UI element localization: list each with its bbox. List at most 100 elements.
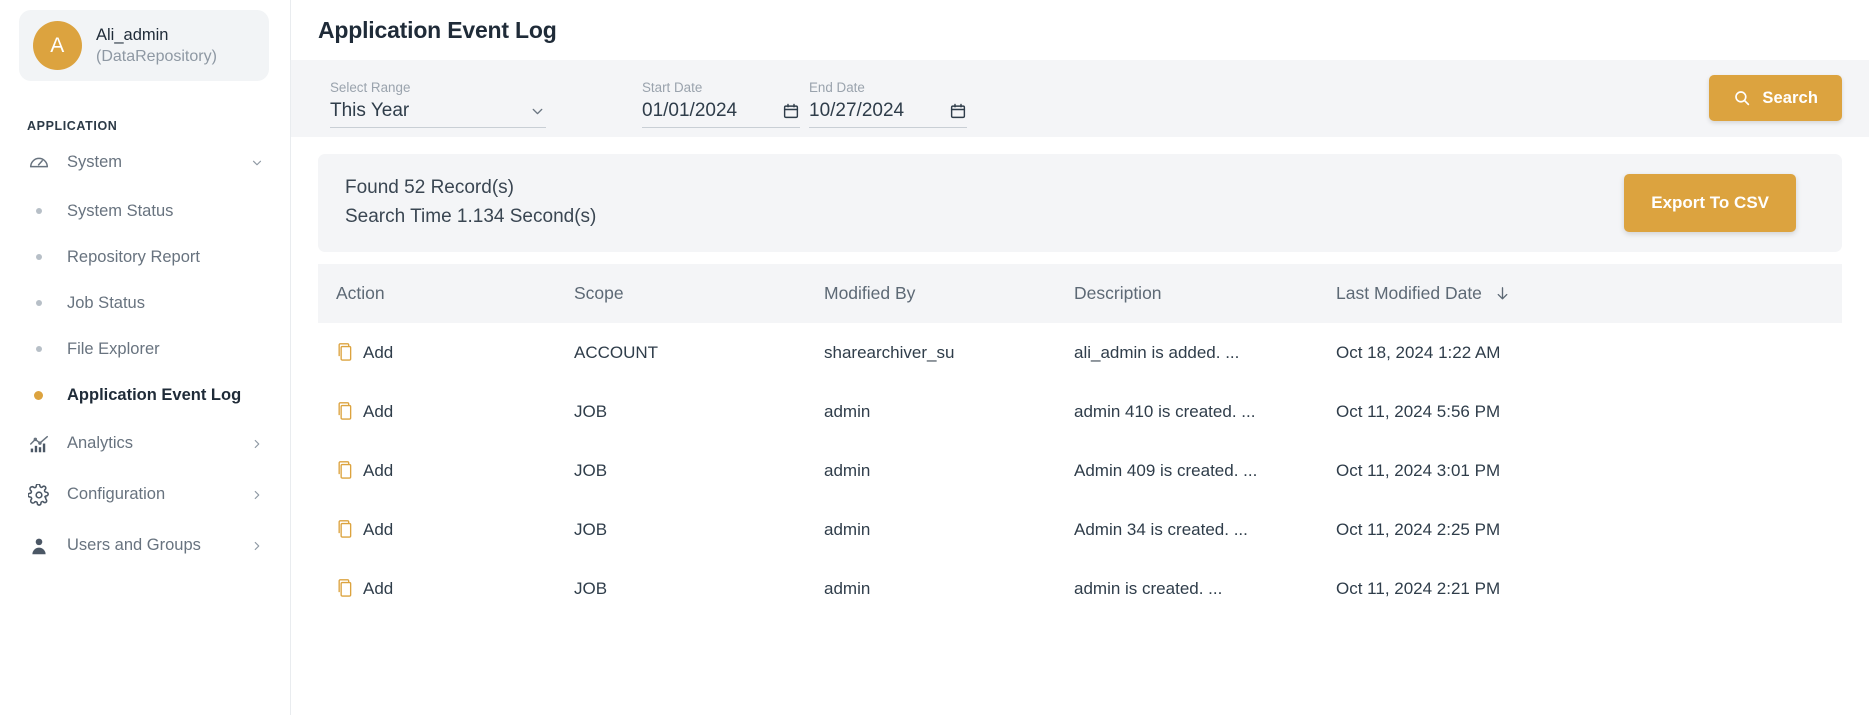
user-name: Ali_admin — [96, 25, 169, 44]
sort-descending-icon[interactable] — [1494, 285, 1511, 302]
bullet-icon — [27, 208, 50, 214]
cell-description: Admin 409 is created. ... — [1074, 460, 1258, 480]
search-icon — [1733, 89, 1751, 107]
action-label: Add — [363, 342, 394, 362]
app-root: A Ali_admin (DataRepository) APPLICATION… — [0, 0, 1869, 715]
cell-description: admin 410 is created. ... — [1074, 401, 1256, 421]
action-label: Add — [363, 578, 394, 598]
nav-section-title: APPLICATION — [27, 119, 118, 133]
select-range-label: Select Range — [330, 79, 411, 95]
cell-action[interactable]: Add — [318, 500, 574, 559]
table-row[interactable]: Add JOB admin Admin 34 is created. ... Oct 1… — [318, 500, 1842, 559]
column-header-modified-by[interactable]: Modified By — [824, 264, 1074, 323]
filter-bar: Select Range This Year Start Date 01/01/… — [291, 60, 1869, 137]
user-card[interactable]: A Ali_admin (DataRepository) — [19, 10, 269, 81]
cell-scope: JOB — [574, 519, 608, 539]
table-row[interactable]: Add ACCOUNT sharearchiver_su ali_admin is a… — [318, 323, 1842, 382]
table-row[interactable]: Add JOB admin Admin 409 is created. ... Oct … — [318, 441, 1842, 500]
cell-action[interactable]: Add — [318, 382, 574, 441]
sidebar-item-label: Analytics — [67, 434, 134, 452]
select-range-value: This Year — [330, 100, 410, 121]
cell-description: Admin 34 is created. ... — [1074, 519, 1248, 539]
sidebar-item-label: System Status — [67, 201, 174, 220]
sidebar-item-label: Application Event Log — [67, 385, 242, 404]
page-header: Application Event Log — [291, 0, 1869, 60]
table-row[interactable]: Add JOB admin admin 410 is created. ... Oct … — [318, 382, 1842, 441]
sidebar-item-repository-report[interactable]: Repository Report — [10, 234, 280, 280]
gear-icon — [27, 483, 50, 506]
bullet-icon — [27, 346, 50, 352]
sidebar-item-analytics[interactable]: Analytics — [10, 418, 280, 469]
chevron-right-icon — [250, 488, 264, 502]
start-date-field[interactable]: Start Date 01/01/2024 — [642, 79, 800, 137]
copy-icon[interactable] — [336, 459, 357, 482]
export-to-csv-button[interactable]: Export To CSV — [1624, 174, 1796, 232]
cell-last-modified: Oct 11, 2024 3:01 PM — [1336, 460, 1501, 480]
found-records-text: Found 52 Record(s) — [345, 177, 514, 199]
cell-scope: JOB — [574, 401, 608, 421]
sidebar: A Ali_admin (DataRepository) APPLICATION… — [0, 0, 291, 715]
start-date-value: 01/01/2024 — [642, 100, 738, 121]
cell-description: ali_admin is added. ... — [1074, 342, 1240, 362]
cell-action[interactable]: Add — [318, 441, 574, 500]
user-icon — [27, 534, 50, 557]
sidebar-item-label: Configuration — [67, 485, 166, 503]
column-header-action[interactable]: Action — [318, 264, 574, 323]
sidebar-item-label: Repository Report — [67, 247, 200, 266]
copy-icon[interactable] — [336, 341, 357, 364]
cell-scope: JOB — [574, 460, 608, 480]
bullet-active-icon — [27, 390, 50, 400]
event-log-table: Action Scope Modified By Description Las… — [318, 264, 1842, 618]
cell-last-modified: Oct 11, 2024 5:56 PM — [1336, 401, 1501, 421]
sidebar-item-label: Job Status — [67, 293, 145, 312]
end-date-field[interactable]: End Date 10/27/2024 — [809, 80, 967, 137]
main-content: Application Event Log Select Range This … — [291, 0, 1869, 715]
calendar-icon[interactable] — [782, 102, 800, 120]
sidebar-item-application-event-log[interactable]: Application Event Log — [10, 372, 280, 418]
chevron-right-icon — [250, 539, 264, 553]
bullet-icon — [27, 300, 50, 306]
column-header-label: Last Modified Date — [1336, 283, 1482, 303]
cell-last-modified: Oct 11, 2024 2:21 PM — [1336, 578, 1501, 598]
cell-modified-by: admin — [824, 519, 871, 539]
bullet-icon — [27, 254, 50, 260]
sidebar-item-users-and-groups[interactable]: Users and Groups — [10, 520, 280, 571]
action-label: Add — [363, 519, 394, 539]
cell-scope: JOB — [574, 578, 608, 598]
table-row[interactable]: Add JOB admin admin is created. ... Oct 11, … — [318, 559, 1842, 618]
action-label: Add — [363, 401, 394, 421]
table-head: Action Scope Modified By Description Las… — [318, 264, 1842, 323]
table-body: Add ACCOUNT sharearchiver_su ali_admin is a… — [318, 323, 1842, 618]
cell-action[interactable]: Add — [318, 323, 574, 382]
search-button[interactable]: Search — [1709, 75, 1842, 121]
cell-modified-by: sharearchiver_su — [824, 342, 955, 362]
cell-modified-by: admin — [824, 401, 871, 421]
select-range-field[interactable]: Select Range This Year — [330, 79, 546, 137]
sidebar-item-label: System — [67, 153, 123, 171]
sidebar-item-file-explorer[interactable]: File Explorer — [10, 326, 280, 372]
calendar-icon[interactable] — [949, 102, 967, 120]
sidebar-item-label: File Explorer — [67, 339, 160, 358]
column-header-scope[interactable]: Scope — [574, 264, 824, 323]
copy-icon[interactable] — [336, 518, 357, 541]
chevron-down-icon[interactable] — [529, 103, 546, 120]
start-date-label: Start Date — [642, 79, 703, 95]
cell-modified-by: admin — [824, 460, 871, 480]
sidebar-item-system-status[interactable]: System Status — [10, 188, 280, 234]
sidebar-item-configuration[interactable]: Configuration — [10, 469, 280, 520]
cell-action[interactable]: Add — [318, 559, 574, 618]
column-header-last-modified-date[interactable]: Last Modified Date — [1336, 264, 1842, 323]
copy-icon[interactable] — [336, 400, 357, 423]
table-header-row: Action Scope Modified By Description Las… — [318, 264, 1842, 323]
search-time-text: Search Time 1.134 Second(s) — [345, 206, 597, 227]
chevron-down-icon — [250, 156, 264, 170]
gauge-icon — [27, 151, 50, 174]
column-header-description[interactable]: Description — [1074, 264, 1336, 323]
sidebar-item-job-status[interactable]: Job Status — [10, 280, 280, 326]
copy-icon[interactable] — [336, 577, 357, 600]
action-label: Add — [363, 460, 394, 480]
chevron-right-icon — [250, 437, 264, 451]
cell-scope: ACCOUNT — [574, 342, 659, 362]
sidebar-item-label: Users and Groups — [67, 536, 201, 554]
sidebar-item-system[interactable]: System — [10, 137, 280, 188]
